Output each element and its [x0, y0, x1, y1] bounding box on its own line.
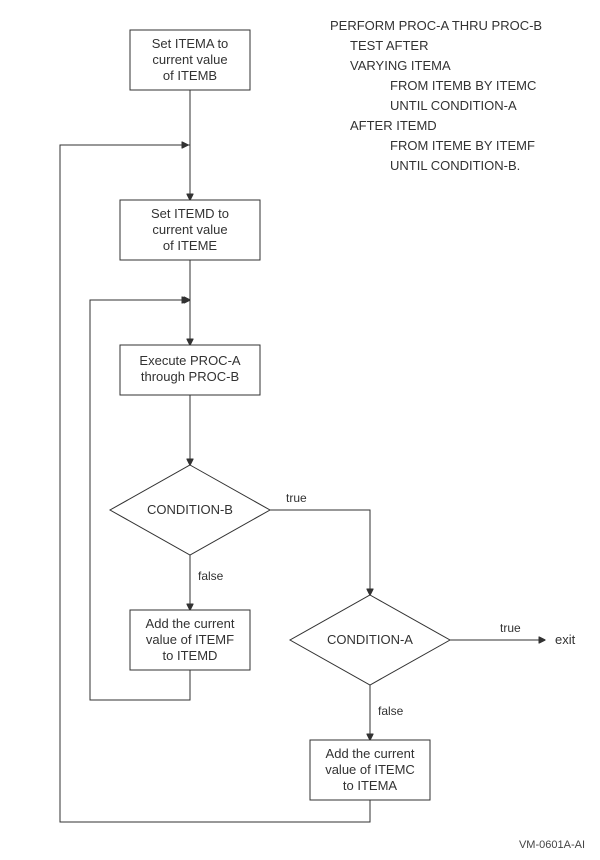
code-line-1: PERFORM PROC-A THRU PROC-B	[330, 18, 542, 33]
box-execute-proc-l1: Execute PROC-A	[139, 353, 240, 368]
label-false-d1: false	[198, 569, 224, 583]
box-add-itemf-l1: Add the current	[146, 616, 235, 631]
box-set-itema-l1: Set ITEMA to	[152, 36, 229, 51]
box-set-itemd-l1: Set ITEMD to	[151, 206, 229, 221]
box-set-itema-l2: current value	[152, 52, 227, 67]
box-set-itemd-l3: of ITEME	[163, 238, 218, 253]
code-line-3: VARYING ITEMA	[350, 58, 451, 73]
figure-id: VM-0601A-AI	[519, 839, 585, 851]
label-true-d1: true	[286, 491, 307, 505]
code-line-2: TEST AFTER	[350, 38, 429, 53]
box-add-itemf-l2: value of ITEMF	[146, 632, 234, 647]
box-add-itemc-l1: Add the current	[326, 746, 415, 761]
diamond-condition-a-label: CONDITION-A	[327, 632, 413, 647]
flowchart-diagram: Set ITEMA to current value of ITEMB Set …	[0, 0, 600, 860]
label-exit: exit	[555, 632, 576, 647]
diamond-condition-b-label: CONDITION-B	[147, 502, 233, 517]
code-line-8: UNTIL CONDITION-B.	[390, 158, 520, 173]
code-line-5: UNTIL CONDITION-A	[390, 98, 517, 113]
code-line-4: FROM ITEMB BY ITEMC	[390, 78, 536, 93]
code-line-6: AFTER ITEMD	[350, 118, 437, 133]
box-add-itemc-l2: value of ITEMC	[325, 762, 415, 777]
box-set-itemd-l2: current value	[152, 222, 227, 237]
label-true-d2: true	[500, 621, 521, 635]
label-false-d2: false	[378, 704, 404, 718]
box-add-itemf-l3: to ITEMD	[163, 648, 218, 663]
code-line-7: FROM ITEME BY ITEMF	[390, 138, 535, 153]
box-add-itemc-l3: to ITEMA	[343, 778, 398, 793]
box-set-itema-l3: of ITEMB	[163, 68, 217, 83]
box-execute-proc-l2: through PROC-B	[141, 369, 239, 384]
